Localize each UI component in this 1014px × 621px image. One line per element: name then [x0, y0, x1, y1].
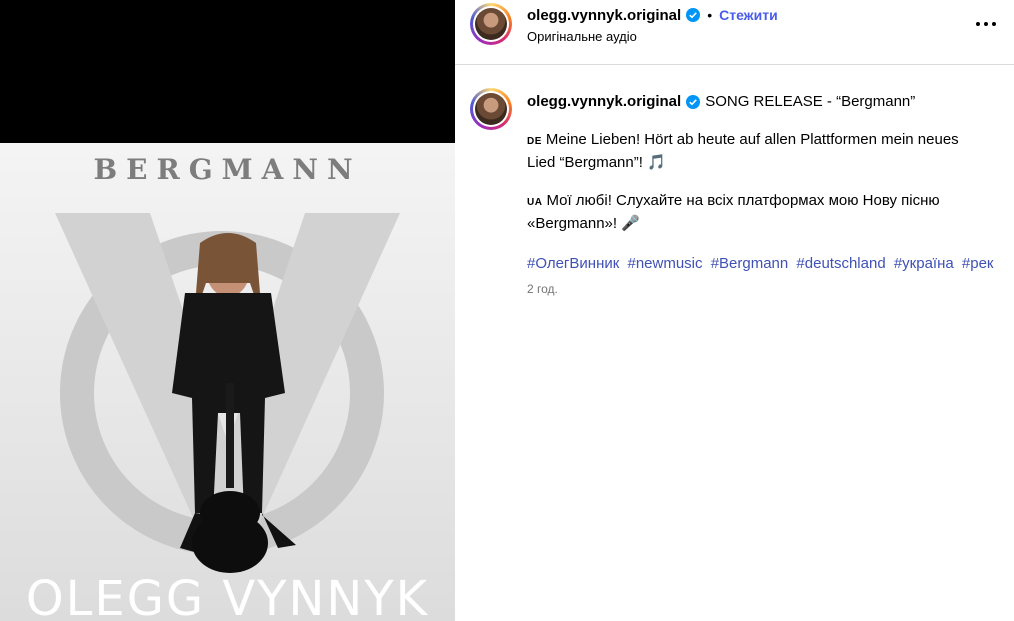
post-caption: olegg.vynnyk.original SONG RELEASE - “Be…	[527, 91, 1007, 274]
post-header: olegg.vynnyk.original • Стежити	[527, 5, 778, 25]
cover-artwork	[55, 213, 400, 573]
caption-headline: SONG RELEASE - “Bergmann”	[705, 93, 916, 110]
header-avatar[interactable]	[470, 3, 512, 45]
hashtag-link[interactable]: #рек	[962, 255, 994, 272]
original-audio-link[interactable]: Оригінальне аудіо	[527, 29, 637, 44]
separator-dot: •	[707, 7, 713, 23]
hashtag-link[interactable]: #newmusic	[627, 255, 702, 272]
hashtags: #ОлегВинник #newmusic #Bergmann #deutsch…	[527, 253, 1007, 274]
caption-de-line1: Meine Lieben! Hört ab heute auf allen Pl…	[545, 131, 959, 148]
header-username[interactable]: olegg.vynnyk.original	[527, 7, 681, 24]
more-horizontal-icon[interactable]	[972, 14, 1000, 34]
cover-title: BERGMANN	[93, 153, 362, 186]
cover-artist-name: OLEGG VYNNYK	[25, 571, 430, 621]
caption-ua-line1: Мої любі! Слухайте на всіх платформах мо…	[546, 192, 940, 209]
post-timestamp[interactable]: 2 год.	[527, 282, 558, 296]
hashtag-link[interactable]: #Bergmann	[711, 255, 789, 272]
hashtag-link[interactable]: #deutschland	[796, 255, 885, 272]
ua-flag-label: UA	[527, 197, 543, 208]
caption-paragraph-de: DE Meine Lieben! Hört ab heute auf allen …	[527, 129, 1007, 173]
caption-username[interactable]: olegg.vynnyk.original	[527, 91, 681, 112]
hashtag-link[interactable]: #ОлегВинник	[527, 255, 619, 272]
caption-avatar[interactable]	[470, 88, 512, 130]
verified-badge-icon	[686, 8, 701, 22]
caption-de-line2: Lied “Bergmann”! 🎵	[527, 154, 666, 171]
hashtag-link[interactable]: #україна	[894, 255, 954, 272]
de-flag-label: DE	[527, 136, 542, 147]
caption-ua-line2: «Bergmann»! 🎤	[527, 215, 640, 232]
header-divider	[455, 64, 1014, 65]
verified-badge-icon	[686, 94, 701, 109]
post-media[interactable]: BERGMANN OLEGG VYNNYK	[0, 0, 455, 621]
caption-paragraph-ua: UA Мої любі! Слухайте на всіх платформах …	[527, 190, 1007, 234]
album-cover: BERGMANN OLEGG VYNNYK	[0, 143, 455, 621]
guitar-lower-body	[192, 513, 268, 573]
guitar-neck	[226, 383, 234, 488]
follow-button[interactable]: Стежити	[719, 7, 778, 23]
